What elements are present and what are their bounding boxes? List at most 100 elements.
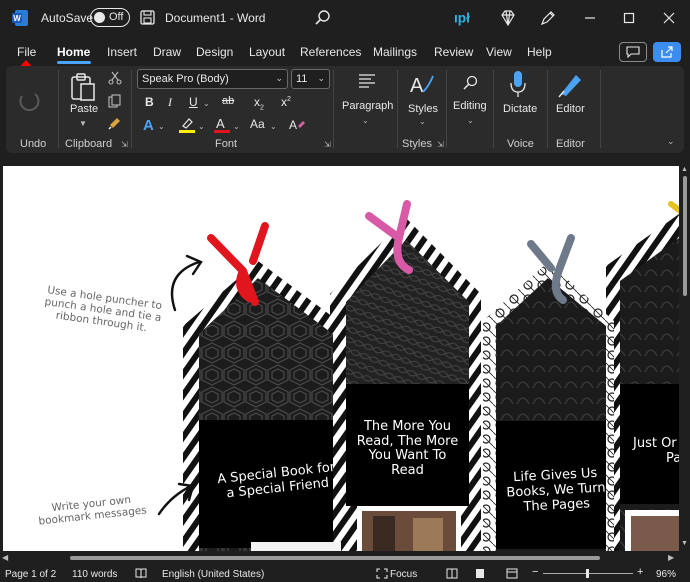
editor-button[interactable]: Editor bbox=[556, 103, 585, 115]
styles-launcher-icon[interactable]: ⇲ bbox=[437, 140, 444, 149]
tab-file[interactable]: File bbox=[17, 45, 36, 59]
chevron-down-icon[interactable]: ⌄ bbox=[270, 122, 277, 131]
page-count[interactable]: Page 1 of 2 bbox=[5, 569, 56, 580]
minimize-button[interactable] bbox=[578, 6, 602, 30]
highlight-icon[interactable] bbox=[178, 116, 196, 134]
subscript-button[interactable]: x2 bbox=[254, 95, 264, 111]
bookmark-4-line: Just Or bbox=[633, 436, 677, 451]
focus-button[interactable]: Focus bbox=[390, 569, 417, 580]
change-case-button[interactable]: Aa bbox=[250, 117, 265, 131]
chevron-down-icon[interactable]: ⌄ bbox=[158, 122, 165, 131]
tab-home[interactable]: Home bbox=[57, 45, 90, 59]
scroll-left-icon[interactable]: ◀ bbox=[2, 553, 8, 562]
tab-design[interactable]: Design bbox=[196, 45, 233, 59]
superscript-button[interactable]: x2 bbox=[281, 95, 291, 109]
styles-button[interactable]: Styles bbox=[408, 103, 438, 115]
title-bar: W AutoSave Off Document1 - Word ıpł bbox=[0, 0, 690, 36]
editor-icon[interactable] bbox=[558, 72, 584, 98]
bold-button[interactable]: B bbox=[145, 95, 154, 109]
tab-help[interactable]: Help bbox=[527, 45, 552, 59]
editing-button[interactable]: Editing bbox=[453, 100, 487, 112]
read-mode-icon[interactable] bbox=[446, 568, 458, 579]
scroll-up-icon[interactable]: ▲ bbox=[681, 166, 688, 173]
ribbon: Undo Paste ▼ Clipboard ⇲ Speak Pro (Body… bbox=[6, 66, 684, 153]
bookmark-2-text: The More You Read, The More You Want To … bbox=[346, 419, 469, 478]
undo-icon[interactable] bbox=[16, 90, 42, 112]
paste-dropdown-icon[interactable]: ▼ bbox=[79, 119, 87, 128]
font-size-select[interactable]: 11 ⌄ bbox=[291, 69, 330, 89]
horizontal-scroll-thumb[interactable] bbox=[70, 556, 600, 560]
close-button[interactable] bbox=[657, 6, 681, 30]
comment-icon bbox=[626, 46, 640, 58]
tab-layout[interactable]: Layout bbox=[249, 45, 285, 59]
language-indicator[interactable]: English (United States) bbox=[162, 569, 264, 580]
styles-icon[interactable]: A bbox=[409, 72, 435, 98]
focus-icon[interactable] bbox=[376, 568, 388, 579]
save-icon[interactable] bbox=[140, 10, 155, 25]
paragraph-dropdown-icon[interactable]: ⌄ bbox=[362, 116, 369, 125]
chevron-down-icon[interactable]: ⌄ bbox=[233, 122, 240, 131]
share-button[interactable] bbox=[653, 42, 681, 62]
tab-insert[interactable]: Insert bbox=[107, 45, 137, 59]
vertical-scrollbar[interactable]: ▲ ▼ bbox=[680, 166, 690, 551]
proofing-icon[interactable] bbox=[135, 568, 147, 579]
bookmark-2-line: Read, The More bbox=[356, 433, 459, 449]
strikethrough-button[interactable]: ab bbox=[222, 95, 234, 107]
zoom-level[interactable]: 96% bbox=[656, 569, 676, 580]
copilot-icon[interactable]: ıpł bbox=[454, 8, 474, 28]
zoom-slider-thumb[interactable] bbox=[586, 569, 589, 578]
tab-draw[interactable]: Draw bbox=[153, 45, 181, 59]
copy-icon[interactable] bbox=[108, 94, 122, 108]
print-layout-icon[interactable] bbox=[474, 568, 486, 579]
bookmark-1-photo-frame bbox=[251, 542, 341, 551]
format-painter-icon[interactable] bbox=[108, 116, 122, 130]
scroll-down-icon[interactable]: ▼ bbox=[681, 540, 688, 547]
font-name-value: Speak Pro (Body) bbox=[142, 73, 229, 85]
font-group-label: Font bbox=[215, 138, 238, 150]
search-icon[interactable] bbox=[314, 9, 332, 27]
web-layout-icon[interactable] bbox=[506, 568, 518, 579]
ribbon-separator bbox=[600, 70, 601, 148]
clear-formatting-icon[interactable]: A bbox=[289, 117, 305, 131]
microphone-icon[interactable] bbox=[509, 70, 527, 98]
tab-mailings[interactable]: Mailings bbox=[373, 45, 417, 59]
chevron-down-icon: ⌄ bbox=[317, 73, 325, 83]
collapse-ribbon-icon[interactable]: ⌄ bbox=[667, 136, 675, 147]
tab-references[interactable]: References bbox=[300, 45, 361, 59]
vertical-scroll-thumb[interactable] bbox=[683, 176, 687, 296]
underline-button[interactable]: U bbox=[189, 95, 198, 109]
pen-icon[interactable] bbox=[538, 8, 558, 28]
cut-icon[interactable] bbox=[108, 71, 122, 85]
tab-view[interactable]: View bbox=[486, 45, 512, 59]
paragraph-button[interactable]: Paragraph bbox=[342, 100, 393, 112]
comments-button[interactable] bbox=[619, 42, 647, 62]
font-size-value: 11 bbox=[296, 73, 308, 85]
word-count[interactable]: 110 words bbox=[72, 569, 117, 580]
diamond-icon[interactable] bbox=[498, 8, 518, 28]
underline-dropdown-icon[interactable]: ⌄ bbox=[203, 99, 210, 108]
zoom-out-icon[interactable]: − bbox=[532, 566, 538, 578]
font-name-select[interactable]: Speak Pro (Body) ⌄ bbox=[137, 69, 288, 89]
styles-dropdown-icon[interactable]: ⌄ bbox=[419, 117, 426, 126]
chevron-down-icon[interactable]: ⌄ bbox=[198, 122, 205, 131]
font-launcher-icon[interactable]: ⇲ bbox=[324, 140, 331, 149]
autosave-toggle[interactable]: Off bbox=[90, 8, 130, 27]
document-page[interactable]: Use a hole puncher to punch a hole and t… bbox=[3, 166, 679, 551]
paste-label[interactable]: Paste bbox=[70, 103, 98, 115]
paragraph-icon[interactable] bbox=[358, 74, 376, 88]
close-icon bbox=[663, 12, 675, 24]
editing-dropdown-icon[interactable]: ⌄ bbox=[467, 116, 474, 125]
dictate-button[interactable]: Dictate bbox=[503, 103, 537, 115]
text-effects-button[interactable]: A bbox=[143, 117, 154, 134]
horizontal-scrollbar[interactable]: ◀ ▶ bbox=[0, 551, 690, 565]
font-color-button[interactable]: A bbox=[214, 116, 230, 134]
maximize-button[interactable] bbox=[617, 6, 641, 30]
paste-icon[interactable] bbox=[69, 72, 97, 102]
tab-review[interactable]: Review bbox=[434, 45, 473, 59]
clipboard-launcher-icon[interactable]: ⇲ bbox=[121, 140, 128, 149]
italic-button[interactable]: I bbox=[168, 95, 172, 110]
scroll-right-icon[interactable]: ▶ bbox=[668, 553, 674, 562]
svg-text:A: A bbox=[410, 75, 424, 97]
zoom-in-icon[interactable]: + bbox=[637, 566, 643, 578]
editing-search-icon[interactable] bbox=[462, 74, 480, 92]
